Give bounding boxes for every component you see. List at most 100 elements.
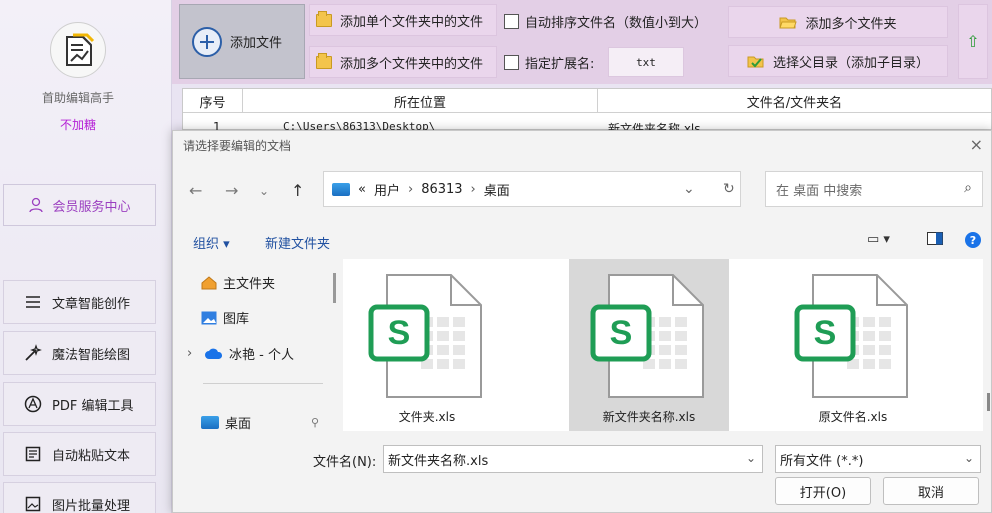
add-multi-folders-button[interactable]: 添加多个文件夹 — [728, 6, 948, 38]
plus-icon — [192, 26, 222, 57]
chevron-down-icon[interactable]: ⌄ — [964, 451, 974, 465]
member-center-label: 会员服务中心 — [52, 199, 131, 215]
app-sidebar: 首助编辑高手 不加糖 会员服务中心 文章智能创作 魔法智能绘图 PDF 编辑工具… — [0, 0, 172, 513]
file-name: 原文件名.xls — [818, 410, 888, 424]
arrow-up-icon: ⇧ — [966, 32, 980, 51]
add-multi-folder-files-button[interactable]: 添加多个文件夹中的文件 — [309, 46, 497, 78]
user-icon — [29, 197, 44, 213]
organize-menu[interactable]: 组织 ▾ — [193, 233, 230, 252]
col-index[interactable]: 序号 — [183, 89, 243, 113]
filename-value: 新文件夹名称.xls — [388, 453, 489, 469]
tree-item-gallery[interactable]: 图库 — [201, 308, 249, 327]
tree-item-label: 冰艳 - 个人 — [229, 348, 294, 363]
breadcrumb-separator: › — [407, 181, 414, 197]
specify-ext-label: 指定扩展名: — [525, 57, 595, 72]
address-bar[interactable]: « 用户 › 86313 › 桌面 — [323, 171, 741, 207]
app-slogan: 不加糖 — [59, 118, 96, 132]
add-file-label: 添加文件 — [230, 36, 283, 51]
table-row[interactable]: 1 C:\Users\86313\Desktop\ 新文件夹名称.xls — [183, 115, 991, 131]
address-dropdown-icon[interactable]: ⌄ — [683, 181, 695, 197]
filename-input[interactable]: 新文件夹名称.xls ⌄ — [383, 445, 763, 473]
file-item-selected[interactable]: S 新文件夹名称.xls — [569, 259, 729, 431]
file-name: 新文件夹名称.xls — [602, 410, 696, 424]
help-icon[interactable]: ? — [965, 232, 981, 248]
folder-check-icon — [747, 56, 764, 68]
main-toolbar: 添加文件 添加单个文件夹中的文件 添加多个文件夹中的文件 自动排序文件名（数值小… — [172, 0, 992, 84]
table-header: 序号 所在位置 文件名/文件夹名 — [183, 89, 991, 113]
chevron-right-icon[interactable]: › — [187, 346, 199, 361]
app-logo — [50, 22, 106, 78]
paste-icon — [24, 445, 42, 463]
pin-icon: ⚲ — [311, 416, 320, 429]
filename-label: 文件名(N): — [313, 455, 377, 470]
list-icon — [24, 293, 42, 311]
move-up-button[interactable]: ⇧ — [958, 4, 988, 79]
image-icon — [24, 495, 42, 513]
member-center-button[interactable]: 会员服务中心 — [3, 184, 156, 226]
select-parent-button[interactable]: 选择父目录（添加子目录） — [728, 45, 948, 77]
address-prefix: « — [358, 181, 366, 197]
open-file-dialog: 请选择要编辑的文档 × ← → ⌄ ↑ « 用户 › 86313 › 桌面 ⌄ … — [172, 130, 992, 513]
view-mode-icon[interactable]: ▭ ▾ — [867, 232, 890, 247]
tree-item-label: 图库 — [223, 312, 250, 327]
cloud-icon — [205, 348, 223, 359]
breadcrumb-users[interactable]: 用户 — [374, 180, 400, 199]
sidebar-item-image[interactable]: 图片批量处理 — [3, 482, 156, 513]
file-grid-scrollbar[interactable] — [987, 393, 990, 411]
new-folder-button[interactable]: 新建文件夹 — [265, 233, 330, 252]
tree-item-label: 主文件夹 — [223, 277, 276, 292]
tree-item-onedrive[interactable]: › 冰艳 - 个人 — [187, 344, 294, 363]
checkbox-box[interactable] — [504, 55, 519, 70]
forward-arrow-icon[interactable]: → — [225, 181, 238, 200]
sidebar-item-drawing[interactable]: 魔法智能绘图 — [3, 331, 156, 375]
sidebar-item-label: 自动粘贴文本 — [52, 448, 131, 464]
sidebar-item-label: 魔法智能绘图 — [52, 347, 131, 363]
sidebar-item-paste[interactable]: 自动粘贴文本 — [3, 432, 156, 476]
tree-item-label: 桌面 — [225, 417, 252, 432]
breadcrumb-user[interactable]: 86313 — [421, 182, 462, 197]
pdf-icon — [24, 395, 42, 413]
preview-pane-icon[interactable] — [927, 232, 943, 249]
spreadsheet-file-icon: S — [368, 274, 482, 398]
spreadsheet-file-icon: S — [794, 274, 908, 398]
breadcrumb-desktop[interactable]: 桌面 — [484, 180, 510, 199]
navigation-pane: 主文件夹 图库 › 冰艳 - 个人 桌面 ⚲ — [181, 259, 339, 432]
tree-scrollbar[interactable] — [333, 273, 336, 303]
spreadsheet-file-icon: S — [590, 274, 704, 398]
add-single-folder-label: 添加单个文件夹中的文件 — [340, 14, 484, 30]
add-file-button[interactable]: 添加文件 — [179, 4, 305, 79]
file-item[interactable]: S 原文件名.xls — [773, 259, 933, 431]
chevron-down-icon[interactable]: ⌄ — [259, 184, 269, 198]
sidebar-item-article[interactable]: 文章智能创作 — [3, 280, 156, 324]
add-multi-folder-files-label: 添加多个文件夹中的文件 — [340, 56, 484, 72]
chevron-down-icon[interactable]: ⌄ — [746, 451, 756, 465]
checkbox-box[interactable] — [504, 14, 519, 29]
sidebar-item-pdf[interactable]: PDF 编辑工具 — [3, 382, 156, 426]
cancel-button[interactable]: 取消 — [883, 477, 979, 505]
desktop-icon — [201, 416, 219, 429]
extension-input[interactable]: txt — [608, 47, 684, 77]
folder-icon — [316, 52, 332, 69]
close-icon[interactable]: × — [970, 135, 983, 154]
col-name[interactable]: 文件名/文件夹名 — [598, 89, 991, 113]
col-location[interactable]: 所在位置 — [243, 89, 598, 113]
file-item[interactable]: S 文件夹.xls — [347, 259, 507, 431]
sidebar-item-label: 图片批量处理 — [52, 498, 131, 513]
tree-item-home[interactable]: 主文件夹 — [201, 273, 275, 292]
tree-item-desktop[interactable]: 桌面 ⚲ — [201, 413, 319, 432]
auto-sort-checkbox[interactable]: 自动排序文件名（数值小到大） — [504, 12, 707, 31]
auto-sort-label: 自动排序文件名（数值小到大） — [525, 16, 708, 31]
svg-text:S: S — [814, 314, 837, 352]
filetype-select[interactable]: 所有文件 (*.*) ⌄ — [775, 445, 981, 473]
back-arrow-icon[interactable]: ← — [189, 181, 202, 200]
search-input[interactable]: 在 桌面 中搜索 ⌕ — [765, 171, 983, 207]
refresh-icon[interactable]: ↻ — [723, 181, 735, 197]
open-button[interactable]: 打开(O) — [775, 477, 871, 505]
file-table: 序号 所在位置 文件名/文件夹名 1 C:\Users\86313\Deskto… — [182, 88, 992, 131]
up-arrow-icon[interactable]: ↑ — [291, 181, 304, 200]
gallery-icon — [201, 311, 217, 324]
svg-text:S: S — [388, 314, 411, 352]
specify-ext-checkbox[interactable]: 指定扩展名: — [504, 53, 594, 72]
file-name: 文件夹.xls — [398, 410, 456, 424]
add-single-folder-button[interactable]: 添加单个文件夹中的文件 — [309, 4, 497, 36]
